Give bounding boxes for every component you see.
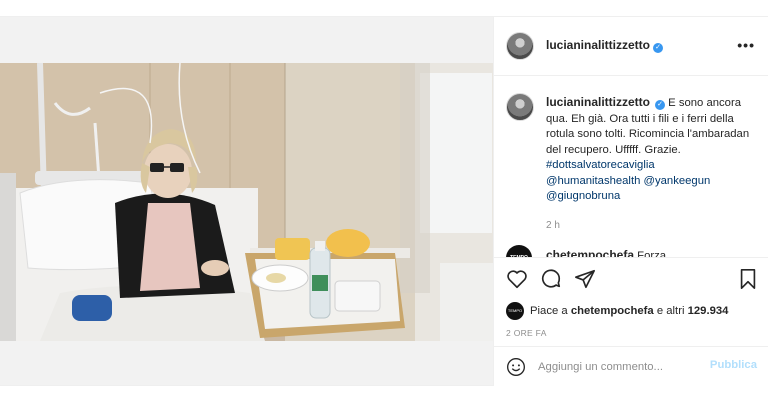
likes-text: Piace a chetempochefa e altri 129.934	[530, 305, 728, 317]
post-actions: TEMPO Piace a chetempochefa e altri 129.…	[494, 257, 768, 386]
caption-username[interactable]: lucianinalittizzetto	[546, 95, 650, 109]
caption-line: rotula sono tolti. Ricomincia	[546, 128, 685, 140]
caption-text: lucianinalittizzetto ✓ E sono ancora qua.…	[546, 95, 758, 205]
likes-middle: e altri	[656, 305, 685, 317]
likes-count[interactable]: 129.934	[688, 305, 729, 317]
smiley-icon[interactable]	[506, 357, 526, 377]
post-date[interactable]: 2 ORE FA	[506, 328, 547, 338]
liker-avatar[interactable]: TEMPO	[506, 302, 524, 320]
liker-username[interactable]: chetempochefa	[571, 305, 654, 317]
post-header: lucianinalittizzetto ✓ •••	[494, 17, 768, 76]
hospital-photo	[0, 63, 493, 341]
likes-prefix: Piace a	[530, 305, 568, 317]
mention-link[interactable]: @giugnobruna	[546, 190, 620, 202]
verified-badge-icon: ✓	[655, 100, 666, 110]
action-icon-bar	[506, 268, 761, 294]
caption-line: E sono ancora	[668, 97, 742, 109]
more-dots-icon[interactable]: •••	[737, 37, 755, 53]
comment-input[interactable]	[538, 357, 698, 377]
post-photo[interactable]	[0, 63, 493, 341]
comment-bubble-icon[interactable]	[540, 268, 562, 290]
add-comment-box: Pubblica	[494, 346, 768, 387]
author-avatar[interactable]	[506, 32, 534, 60]
instagram-post: lucianinalittizzetto ✓ ••• lucianinalitti…	[0, 16, 768, 386]
heart-icon[interactable]	[506, 268, 528, 290]
author-username-row[interactable]: lucianinalittizzetto ✓	[546, 38, 664, 53]
bookmark-icon[interactable]	[738, 268, 758, 290]
caption-author-avatar[interactable]	[506, 93, 534, 121]
publish-button[interactable]: Pubblica	[710, 359, 757, 371]
mention-link[interactable]: @humanitashealth	[546, 175, 640, 187]
caption-line: qua. Eh già. Ora tutti i fili e i ferri …	[546, 112, 734, 125]
post-media[interactable]	[0, 17, 493, 385]
author-username[interactable]: lucianinalittizzetto	[546, 38, 650, 52]
mention-link[interactable]: @yankeegun	[644, 175, 711, 187]
hashtag-link[interactable]: #dottsalvatorecaviglia	[546, 159, 655, 171]
caption-line: Grazie.	[644, 143, 681, 156]
verified-badge-icon: ✓	[653, 43, 664, 53]
caption-timestamp: 2 h	[546, 220, 560, 231]
paper-plane-icon[interactable]	[574, 268, 596, 290]
post-side-panel: lucianinalittizzetto ✓ ••• lucianinalitti…	[493, 17, 768, 386]
